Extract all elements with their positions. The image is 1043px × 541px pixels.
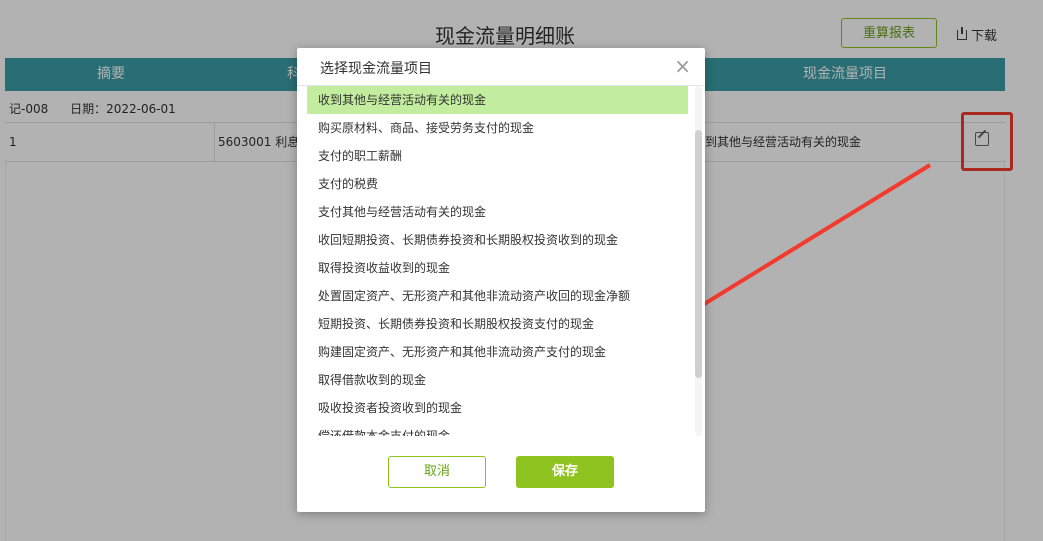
list-item[interactable]: 吸收投资者投资收到的现金 [307,394,688,422]
list-item[interactable]: 购买原材料、商品、接受劳务支付的现金 [307,114,688,142]
list-item[interactable]: 短期投资、长期债券投资和长期股权投资支付的现金 [307,310,688,338]
dialog-title: 选择现金流量项目 [320,61,432,77]
list-item-selected[interactable]: 收到其他与经营活动有关的现金 [307,86,688,114]
close-icon[interactable]: × [674,54,691,78]
list-item[interactable]: 支付的职工薪酬 [307,142,688,170]
list-item[interactable]: 处置固定资产、无形资产和其他非流动资产收回的现金净额 [307,282,688,310]
select-cash-flow-item-dialog: 选择现金流量项目 × 收到其他与经营活动有关的现金 购买原材料、商品、接受劳务支… [297,48,705,512]
list-item[interactable]: 偿还借款本金支付的现金 [307,422,688,436]
save-button[interactable]: 保存 [516,456,614,488]
list-item[interactable]: 取得投资收益收到的现金 [307,254,688,282]
cash-flow-item-list: 收到其他与经营活动有关的现金 购买原材料、商品、接受劳务支付的现金 支付的职工薪… [307,86,688,436]
scrollbar-thumb[interactable] [695,130,702,378]
list-item[interactable]: 支付其他与经营活动有关的现金 [307,198,688,226]
cancel-button[interactable]: 取消 [388,456,486,488]
list-item[interactable]: 购建固定资产、无形资产和其他非流动资产支付的现金 [307,338,688,366]
list-item[interactable]: 取得借款收到的现金 [307,366,688,394]
list-item[interactable]: 收回短期投资、长期债券投资和长期股权投资收到的现金 [307,226,688,254]
list-item[interactable]: 支付的税费 [307,170,688,198]
